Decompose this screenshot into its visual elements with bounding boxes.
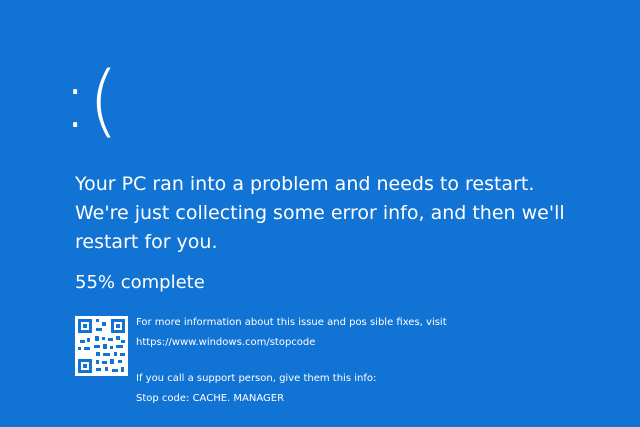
support-text: If you call a support person, give them … (136, 373, 377, 384)
sad-face-emoticon: :( (62, 56, 119, 146)
error-message: Your PC ran into a problem and needs to … (75, 173, 565, 253)
qr-code-icon (75, 316, 128, 376)
more-info-text: For more information about this issue an… (136, 317, 447, 328)
stopcode-url: https://www.windows.com/stopcode (136, 337, 316, 348)
progress-text: 55% complete (75, 272, 205, 293)
blue-screen: :( Your PC ran into a problem and needs … (0, 0, 640, 427)
stop-code-text: Stop code: CACHE. MANAGER (136, 393, 285, 404)
